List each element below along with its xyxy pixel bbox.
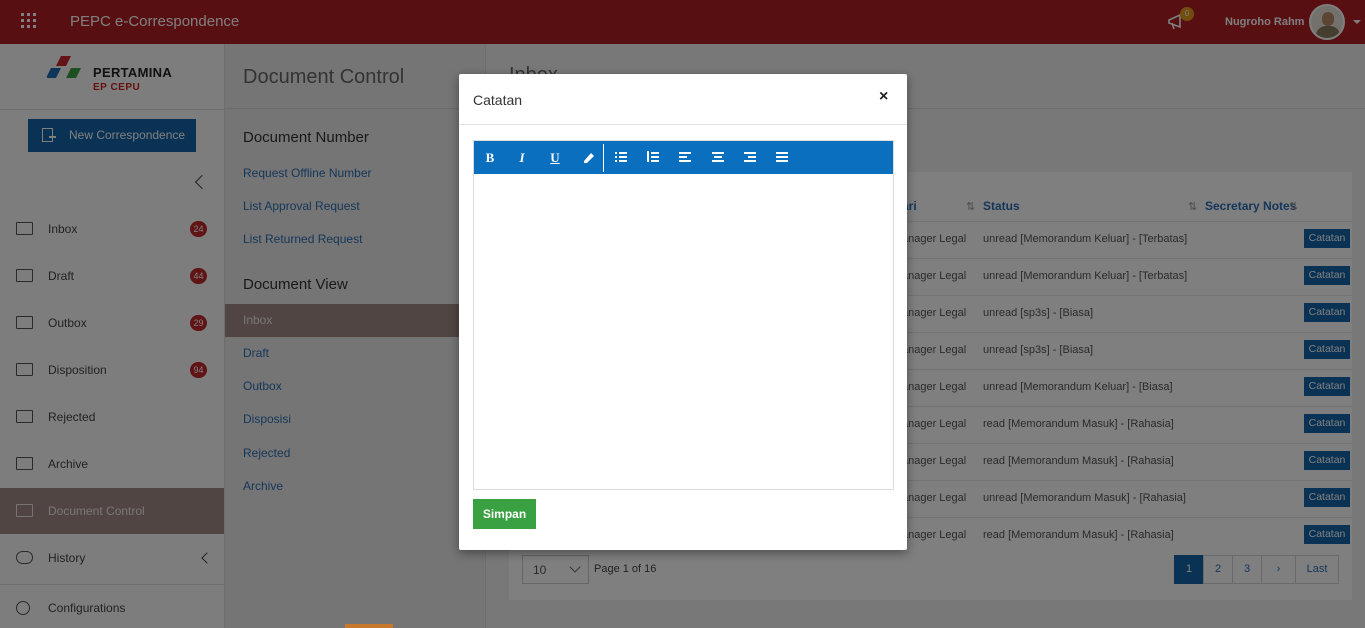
align-center-icon[interactable]	[712, 151, 724, 163]
note-text-area[interactable]	[474, 174, 893, 489]
close-button[interactable]: ×	[879, 88, 888, 106]
italic-button[interactable]: I	[513, 149, 531, 166]
catatan-modal: Catatan × B I U Simpan	[459, 74, 907, 550]
simpan-button[interactable]: Simpan	[473, 499, 536, 529]
underline-button[interactable]: U	[546, 149, 564, 166]
align-right-icon[interactable]	[744, 151, 756, 163]
taskbar-strip	[345, 624, 393, 628]
bullet-list-icon[interactable]	[615, 151, 627, 163]
editor-toolbar: B I U	[474, 141, 893, 174]
rich-text-editor: B I U	[473, 140, 894, 490]
bold-button[interactable]: B	[481, 149, 499, 166]
modal-title: Catatan	[473, 92, 523, 108]
align-left-icon[interactable]	[679, 151, 691, 163]
modal-divider	[459, 124, 907, 125]
toolbar-separator	[603, 144, 604, 172]
numbered-list-icon[interactable]	[647, 151, 659, 163]
eraser-icon[interactable]	[579, 149, 597, 166]
align-justify-icon[interactable]	[776, 151, 788, 163]
